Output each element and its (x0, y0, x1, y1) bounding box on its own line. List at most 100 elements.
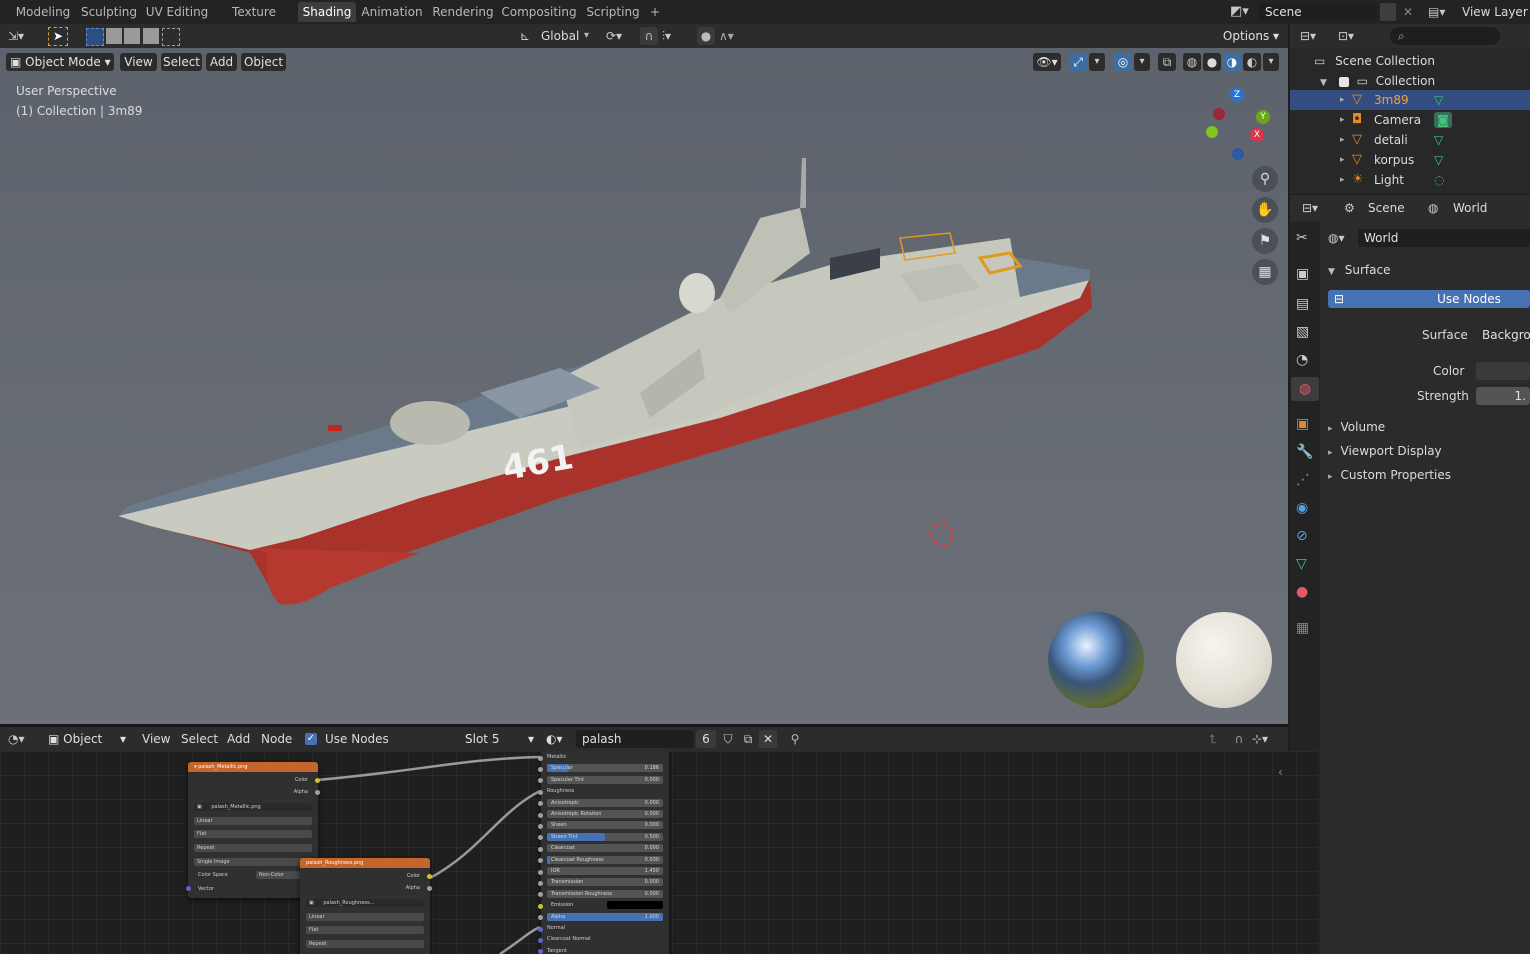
bsdf-ior-field[interactable]: IOR 1.450 (547, 867, 663, 875)
bsdf-specular-socket[interactable] (538, 766, 543, 772)
outliner-collection[interactable]: ▼ ▭ Collection (1320, 73, 1435, 91)
metallic-source-select[interactable]: Single Image (194, 858, 312, 866)
pan-hand-icon[interactable]: ✋ (1252, 197, 1278, 223)
transform-orientation-icon[interactable]: ⊾ (520, 28, 536, 44)
world-tab-icon[interactable]: ◍ (1291, 377, 1319, 401)
world-browse-icon[interactable]: ◍▾ (1328, 229, 1358, 247)
outliner-item-camera[interactable]: ▸ ◘ Camera ◙ (1290, 110, 1530, 130)
roughness-image-node[interactable]: palash_Roughness.png Color Alpha ▣ palas… (300, 858, 430, 954)
disclosure-closed-icon[interactable]: ▸ (1340, 133, 1345, 147)
visibility-eye-icon[interactable]: 👁▾ (1033, 53, 1061, 71)
tab-shading[interactable]: Shading (298, 2, 356, 22)
pivot-point-icon[interactable]: ⟳▾ (606, 28, 634, 44)
breadcrumb-world[interactable]: World (1453, 200, 1487, 216)
principled-bsdf-node[interactable]: Metallic Specular 0.186 Specular Tint 0.000 R… (541, 751, 669, 954)
z-axis-icon[interactable]: Z (1230, 88, 1244, 102)
parent-node-tree-icon[interactable]: ⮤ (1204, 730, 1222, 748)
gizmo-options-icon[interactable]: ▾ (1089, 53, 1105, 71)
roughness-alpha-socket[interactable] (427, 886, 432, 891)
bsdf-clearcoat-field[interactable]: Clearcoat 0.000 (547, 844, 663, 853)
bsdf-tangent-socket[interactable] (538, 949, 543, 954)
roughness-image-field[interactable]: ▣ palash_Roughness... (306, 899, 424, 907)
metallic-interpolation-select[interactable]: Linear (194, 817, 312, 825)
gizmo-toggle-icon[interactable]: ⤢ (1069, 53, 1087, 71)
scene-name-field[interactable]: Scene (1259, 3, 1377, 21)
slot-select[interactable]: Slot 5 ▾ (460, 730, 538, 748)
bsdf-specular-field[interactable]: Specular 0.186 (547, 764, 663, 773)
object-mode-select[interactable]: ▣ Object Mode ▾ (6, 53, 114, 71)
search-input[interactable]: ⌕ (1390, 27, 1500, 45)
roughness-node-title[interactable]: palash_Roughness.png (300, 858, 430, 868)
color-swatch[interactable] (1476, 362, 1530, 380)
roughness-projection-select[interactable]: Flat (306, 926, 424, 934)
disclosure-closed-icon[interactable]: ▸ (1340, 113, 1345, 127)
node-menu-select[interactable]: Select (181, 731, 218, 747)
bsdf-sheen-tint-field[interactable]: Sheen Tint 0.500 (547, 832, 663, 841)
physics-tab-icon[interactable]: ◉ (1296, 500, 1308, 516)
view-layer-tab-icon[interactable]: ▧ (1296, 324, 1309, 340)
select-tool-icon[interactable]: ➤ (48, 27, 68, 46)
material-tab-icon[interactable]: ● (1296, 584, 1308, 600)
metallic-image-node[interactable]: ▾ palash_Metallic.png Color Alpha ▣ pala… (188, 762, 318, 898)
shader-type-select[interactable]: ▣ Object ▾ (44, 730, 130, 748)
select-mode-invert-icon[interactable] (143, 28, 159, 44)
mesh-data-icon[interactable]: ▽ (1434, 152, 1443, 168)
disclosure-closed-icon[interactable]: ▸ (1340, 173, 1345, 187)
new-scene-icon[interactable] (1380, 3, 1396, 21)
select-mode-intersect-icon[interactable] (162, 28, 180, 46)
neg-y-axis-icon[interactable] (1206, 126, 1218, 138)
breadcrumb-scene[interactable]: Scene (1368, 200, 1405, 216)
display-mode-icon[interactable]: ⊟▾ (1300, 27, 1328, 45)
overlays-options-icon[interactable]: ▾ (1134, 53, 1150, 71)
snap-node-icon[interactable]: ∩ (1230, 730, 1248, 748)
mesh-data-icon[interactable]: ▽ (1434, 92, 1443, 108)
strength-field[interactable]: 1. (1476, 387, 1530, 405)
scene-browse-icon[interactable]: ◩▾ (1230, 3, 1254, 21)
light-data-icon[interactable]: ◌ (1434, 172, 1444, 188)
transform-pivot-icon[interactable]: ⇲▾ (8, 28, 36, 45)
node-menu-node[interactable]: Node (261, 731, 292, 747)
surface-panel-header[interactable]: ▼ Surface (1328, 262, 1390, 280)
bsdf-normal-socket[interactable] (538, 926, 543, 932)
view-layer-browse-icon[interactable]: ▤▾ (1428, 3, 1454, 21)
disclosure-closed-icon[interactable]: ▸ (1340, 93, 1345, 107)
view-layer-name[interactable]: View Layer (1462, 4, 1528, 20)
select-mode-subtract-icon[interactable] (124, 28, 140, 44)
outliner-item-light[interactable]: ▸ ☀ Light ◌ (1290, 170, 1530, 190)
bsdf-clearcoat-socket[interactable] (538, 846, 543, 852)
editor-type-icon[interactable]: ⊟▾ (1302, 199, 1330, 217)
tab-animation[interactable]: Animation (360, 2, 424, 22)
bsdf-ior-socket[interactable] (538, 869, 543, 875)
camera-view-icon[interactable]: ⚑ (1252, 228, 1278, 254)
output-tab-icon[interactable]: ▤ (1296, 296, 1309, 312)
snap-target-icon[interactable]: ⫶▾ (662, 28, 690, 44)
node-editor-canvas[interactable]: ▾ palash_Metallic.png Color Alpha ▣ pala… (0, 751, 1318, 954)
bsdf-emission-socket[interactable] (538, 903, 543, 909)
panel-viewport-display[interactable]: ▸ Viewport Display (1328, 443, 1442, 461)
metallic-image-field[interactable]: ▣ palash_Metallic.png (194, 803, 312, 811)
new-material-icon[interactable]: ⧉ (739, 730, 757, 748)
filter-icon[interactable]: ⊡▾ (1338, 27, 1366, 45)
bsdf-transmission-field[interactable]: Transmission 0.000 (547, 878, 663, 887)
navigation-gizmo[interactable]: Z Y X (1200, 84, 1280, 164)
outliner-item-3m89[interactable]: ▸ ▽ 3m89 ▽ (1290, 90, 1530, 110)
viewport-menu-add[interactable]: Add (206, 53, 237, 71)
editor-type-icon[interactable]: ◔▾ (8, 730, 36, 748)
tab-uv-editing[interactable]: UV Editing (144, 2, 210, 22)
node-menu-add[interactable]: Add (227, 731, 250, 747)
outliner-item-korpus[interactable]: ▸ ▽ korpus ▽ (1290, 150, 1530, 170)
snap-element-icon[interactable]: ⊹▾ (1252, 730, 1280, 748)
modifier-tab-icon[interactable]: 🔧 (1296, 444, 1313, 460)
bsdf-transmission-roughness-field[interactable]: Transmission Roughness 0.000 (547, 889, 663, 898)
bsdf-clearcoat-normal-socket[interactable] (538, 937, 543, 943)
use-nodes-checkbox[interactable]: ✓ (305, 733, 317, 745)
roughness-extension-select[interactable]: Repeat (306, 940, 424, 948)
metallic-node-title[interactable]: ▾ palash_Metallic.png (188, 762, 318, 772)
bsdf-roughness-socket[interactable] (538, 789, 543, 795)
select-mode-new-icon[interactable] (86, 28, 104, 46)
tab-modeling[interactable]: Modeling (12, 2, 74, 22)
bsdf-transmission-socket[interactable] (538, 880, 543, 886)
tab-compositing[interactable]: Compositing (501, 2, 577, 22)
overlays-toggle-icon[interactable]: ◎ (1114, 53, 1132, 71)
mesh-data-icon[interactable]: ▽ (1434, 132, 1443, 148)
